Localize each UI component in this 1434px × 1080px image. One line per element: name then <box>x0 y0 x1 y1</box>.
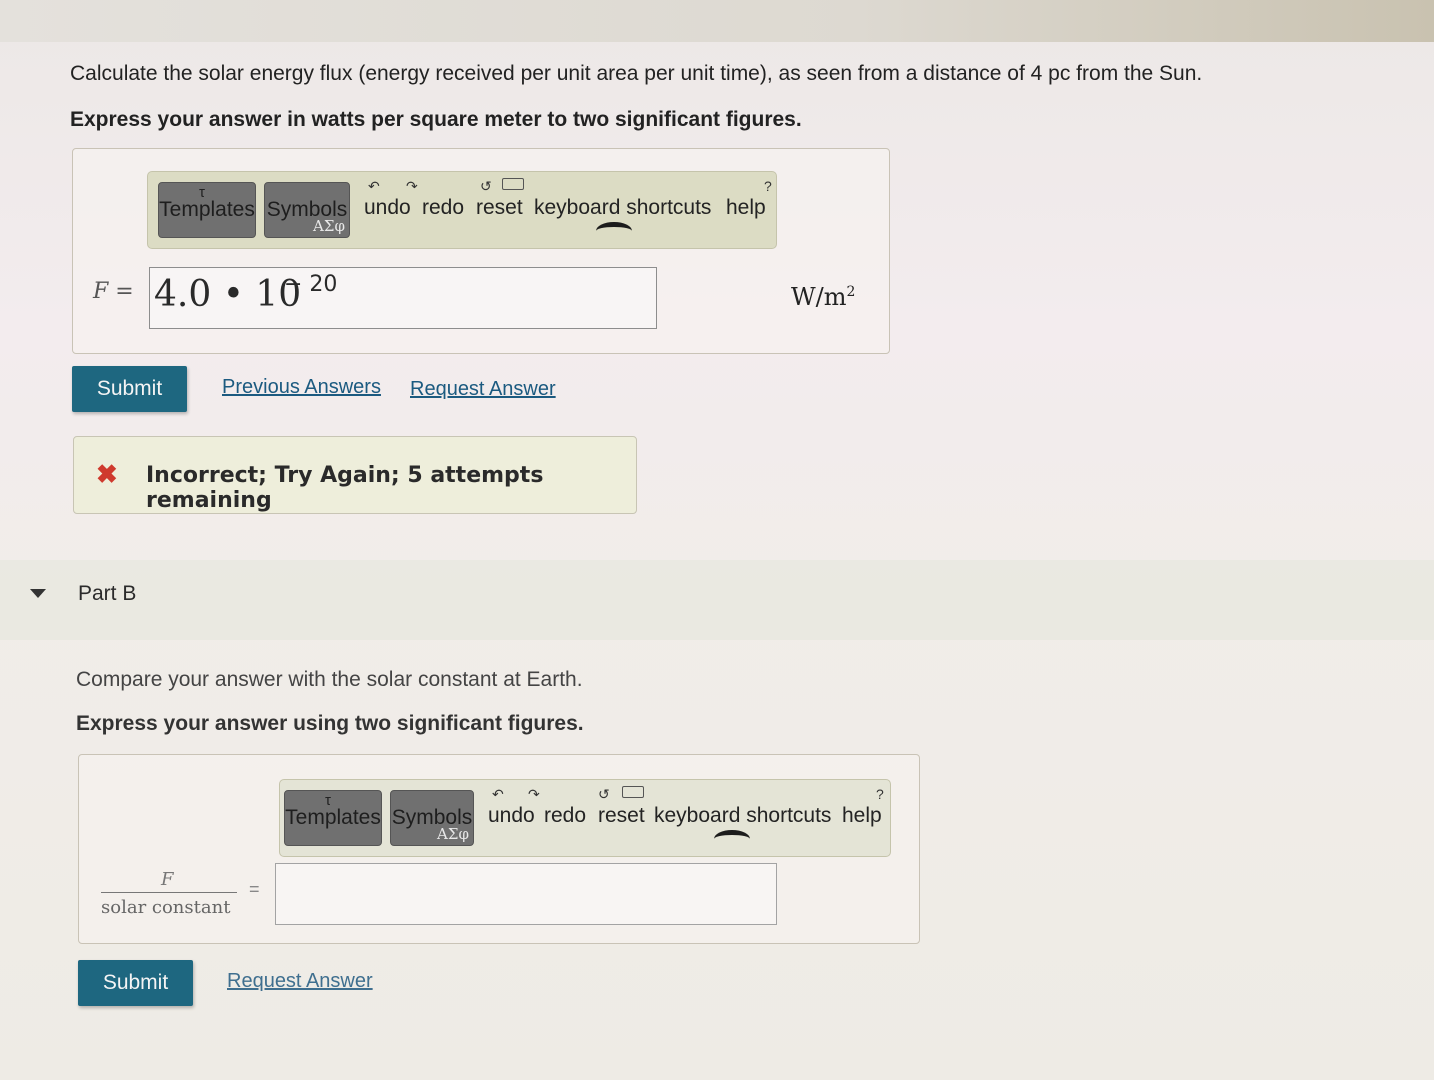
undo-icon: ↶ <box>368 178 380 194</box>
fraction-denominator: solar constant <box>101 897 231 918</box>
part-b-instruction: Express your answer using two significan… <box>76 712 584 735</box>
part-b-answer-box: τ Templates Symbols AΣφ ↶ undo ↷ redo ↺ … <box>78 754 920 944</box>
part-a-instruction: Express your answer in watts per square … <box>70 108 802 131</box>
redo-icon: ↷ <box>406 178 418 194</box>
part-b-templates-button[interactable]: τ Templates <box>284 790 382 846</box>
part-a-answer-box: τ Templates Symbols AΣφ ↶ undo ↷ redo ↺ … <box>72 148 890 354</box>
previous-answers-link[interactable]: Previous Answers <box>222 376 381 399</box>
part-a-request-answer-link[interactable]: Request Answer <box>410 378 556 401</box>
part-b-symbols-button[interactable]: Symbols AΣφ <box>390 790 474 846</box>
unit-text: W/m <box>791 283 847 311</box>
keyboard-icon <box>622 786 644 798</box>
reset-icon: ↺ <box>480 178 492 194</box>
part-a-redo-button[interactable]: redo <box>422 196 464 220</box>
part-b-answer-input[interactable] <box>275 863 777 925</box>
reset-icon: ↺ <box>598 786 610 802</box>
part-a-reset-button[interactable]: reset <box>476 196 523 220</box>
part-a-question: Calculate the solar energy flux (energy … <box>70 62 1203 85</box>
part-b-redo-button[interactable]: redo <box>544 804 586 828</box>
part-a-variable-label: F = <box>93 279 134 304</box>
help-icon: ? <box>876 786 884 802</box>
part-a-math-toolbar: τ Templates Symbols AΣφ ↶ undo ↷ redo ↺ … <box>147 171 777 249</box>
keyboard-icon <box>502 178 524 190</box>
collapse-caret-icon[interactable] <box>30 589 46 598</box>
part-a-answer-input[interactable]: 4.0 • 10 − 20 <box>149 267 657 329</box>
keyboard-arc-icon <box>714 830 750 848</box>
feedback-banner: ✖ Incorrect; Try Again; 5 attempts remai… <box>73 436 637 514</box>
templates-label: Templates <box>159 198 255 221</box>
help-icon: ? <box>764 178 772 194</box>
part-a-submit-button[interactable]: Submit <box>72 366 187 412</box>
incorrect-x-icon: ✖ <box>96 459 118 489</box>
part-b-math-toolbar: τ Templates Symbols AΣφ ↶ undo ↷ redo ↺ … <box>279 779 891 857</box>
unit-exponent: 2 <box>846 284 856 300</box>
part-a-keyboard-shortcuts-button[interactable]: keyboard shortcuts <box>534 196 711 220</box>
part-a-templates-button[interactable]: τ Templates <box>158 182 256 238</box>
answer-exponent: − 20 <box>284 272 338 297</box>
fraction-numerator: F <box>161 869 174 890</box>
symbols-icon: AΣφ <box>313 217 345 235</box>
redo-icon: ↷ <box>528 786 540 802</box>
part-b-request-answer-link[interactable]: Request Answer <box>227 970 373 993</box>
undo-icon: ↶ <box>492 786 504 802</box>
templates-label: Templates <box>285 806 381 829</box>
part-a-undo-button[interactable]: undo <box>364 196 411 220</box>
keyboard-arc-icon <box>596 222 632 240</box>
top-header-strip <box>0 0 1434 42</box>
part-b-help-button[interactable]: help <box>842 804 882 828</box>
symbols-icon: AΣφ <box>437 825 469 843</box>
part-a-symbols-button[interactable]: Symbols AΣφ <box>264 182 350 238</box>
part-a-unit: W/m2 <box>791 283 855 311</box>
part-b-keyboard-shortcuts-button[interactable]: keyboard shortcuts <box>654 804 831 828</box>
part-b-reset-button[interactable]: reset <box>598 804 645 828</box>
templates-icon: τ <box>199 184 205 201</box>
part-b-submit-button[interactable]: Submit <box>78 960 193 1006</box>
answer-mantissa: 4.0 • 10 <box>154 274 302 315</box>
part-b-header[interactable] <box>0 560 1434 640</box>
part-a-help-button[interactable]: help <box>726 196 766 220</box>
part-b-undo-button[interactable]: undo <box>488 804 535 828</box>
fraction-bar <box>101 892 237 893</box>
feedback-message: Incorrect; Try Again; 5 attempts remaini… <box>146 463 544 513</box>
part-b-question: Compare your answer with the solar const… <box>76 668 583 691</box>
part-b-title: Part B <box>78 582 137 605</box>
equals-sign: = <box>249 879 260 899</box>
templates-icon: τ <box>325 792 331 809</box>
